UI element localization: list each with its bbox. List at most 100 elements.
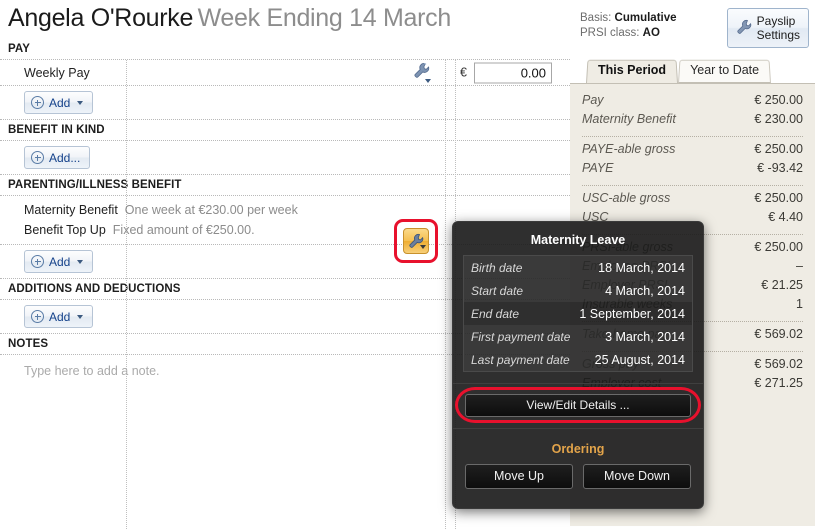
page-title: Angela O'Rourke Week Ending 14 March [0,0,570,39]
plus-icon [31,96,44,109]
row-key: End date [471,306,520,321]
row-value: 25 August, 2014 [594,352,685,367]
row-value: € 250.00 [754,240,803,254]
payroll-screen: Angela O'Rourke Week Ending 14 March PAY… [0,0,815,529]
wrench-icon [736,19,752,38]
row-value: – [796,259,803,273]
section-title-parenting-illness-benefit: PARENTING/ILLNESS BENEFIT [8,179,182,191]
payslip-settings-button[interactable]: Payslip Settings [726,8,809,48]
view-edit-wrap: View/Edit Details ... [453,384,703,428]
tab-this-period[interactable]: This Period [586,59,679,83]
item-label: Benefit Top Up [24,223,106,237]
row-label: USC-able gross [582,191,671,205]
divider [582,185,803,186]
prsi-class-label: PRSI class: [580,27,640,39]
row-value: € -93.42 [757,161,803,175]
summary-group: PAYE-able gross € 250.00 PAYE € -93.42 [582,142,803,180]
ordering-title: Ordering [551,442,605,456]
row-label: Maternity Benefit [582,112,676,126]
row-key: First payment date [471,329,571,344]
view-edit-details-button[interactable]: View/Edit Details ... [465,394,691,417]
maternity-leave-details-table: Birth date 18 March, 2014 Start date 4 M… [463,255,693,372]
tab-year-to-date-label: Year to Date [690,63,760,77]
pay-add-bar: Add [0,86,570,120]
row-label: PAYE [582,161,614,175]
bik-add-bar: Add... [0,141,570,175]
table-row: Start date 4 March, 2014 [464,279,692,302]
row-value: 3 March, 2014 [605,329,685,344]
add-bik-label: Add... [49,150,81,165]
chevron-down-icon [77,314,84,319]
payslip-settings-label: Payslip Settings [757,14,800,42]
row-value: 4 March, 2014 [605,283,685,298]
summary-row: PAYE € -93.42 [582,161,803,180]
tab-this-period-label: This Period [598,63,667,77]
section-title-pay: PAY [8,43,31,55]
row-value: € 4.40 [768,210,803,224]
tab-year-to-date[interactable]: Year to Date [678,59,772,83]
chevron-down-icon [77,259,84,264]
maternity-leave-popup: Maternity Leave Birth date 18 March, 201… [452,221,704,509]
column-divider-1 [445,60,446,529]
move-down-button[interactable]: Move Down [583,464,691,489]
add-benefit-in-kind-button[interactable]: Add... [24,146,91,169]
caret-down-icon [425,78,431,83]
basis-value: Cumulative [614,12,677,24]
row-value: € 569.02 [754,357,803,371]
table-row: Birth date 18 March, 2014 [464,256,692,279]
add-pay-button[interactable]: Add [24,91,94,114]
pay-row-weekly-pay[interactable]: Weekly Pay € [0,60,570,86]
add-addition-deduction-button[interactable]: Add [24,305,94,328]
summary-row: PAYE-able gross € 250.00 [582,142,803,161]
plus-icon [31,151,44,164]
table-row: End date 1 September, 2014 [464,302,692,325]
item-description: One week at €230.00 per week [124,203,298,217]
add-additions-label: Add [49,309,71,324]
row-key: Last payment date [471,352,570,367]
move-up-button[interactable]: Move Up [465,464,573,489]
employee-name: Angela O'Rourke [8,4,194,32]
row-label: PAYE-able gross [582,142,676,156]
row-value: € 250.00 [754,142,803,156]
pay-amount-cell: € [460,62,552,83]
pay-period: Week Ending 14 March [197,4,452,32]
item-description: Fixed amount of €250.00. [112,223,255,237]
row-value: 1 [796,297,803,311]
basis-label: Basis: [580,12,612,24]
summary-header: Basis: Cumulative PRSI class: AO Payslip… [570,0,815,48]
summary-row: Pay € 250.00 [582,93,803,112]
row-key: Birth date [471,260,523,275]
summary-group: Pay € 250.00 Maternity Benefit € 230.00 [582,93,803,131]
pay-amount-input[interactable] [474,62,552,83]
row-value: 1 September, 2014 [579,306,685,321]
plus-icon [31,255,44,268]
row-value: € 230.00 [754,112,803,126]
annotation-highlight-wrench [394,219,438,263]
currency-symbol: € [460,65,467,80]
row-value: € 271.25 [754,376,803,390]
prsi-class-value: AO [642,27,660,39]
add-parenting-label: Add [49,254,71,269]
summary-meta: Basis: Cumulative PRSI class: AO [580,8,727,41]
divider [582,136,803,137]
row-value: € 250.00 [754,93,803,107]
wrench-icon[interactable] [413,62,431,84]
plus-icon [31,310,44,323]
payslip-settings-line1: Payslip [756,14,796,28]
table-row: First payment date 3 March, 2014 [464,325,692,348]
list-item[interactable]: Maternity Benefit One week at €230.00 pe… [0,200,570,220]
item-label: Weekly Pay [24,65,90,80]
summary-row: USC-able gross € 250.00 [582,191,803,210]
row-value: € 569.02 [754,327,803,341]
column-divider-3 [126,60,127,529]
caret-down-icon [419,245,426,249]
table-row: Last payment date 25 August, 2014 [464,348,692,371]
row-value: € 21.25 [761,278,803,292]
prsi-class-line: PRSI class: AO [580,26,727,41]
payslip-settings-line2: Settings [756,28,800,42]
add-parenting-benefit-button[interactable]: Add [24,250,94,273]
add-pay-label: Add [49,95,71,110]
maternity-benefit-wrench-wrap [394,219,438,263]
section-title-benefit-in-kind: BENEFIT IN KIND [8,124,105,136]
item-label: Maternity Benefit [24,203,118,217]
